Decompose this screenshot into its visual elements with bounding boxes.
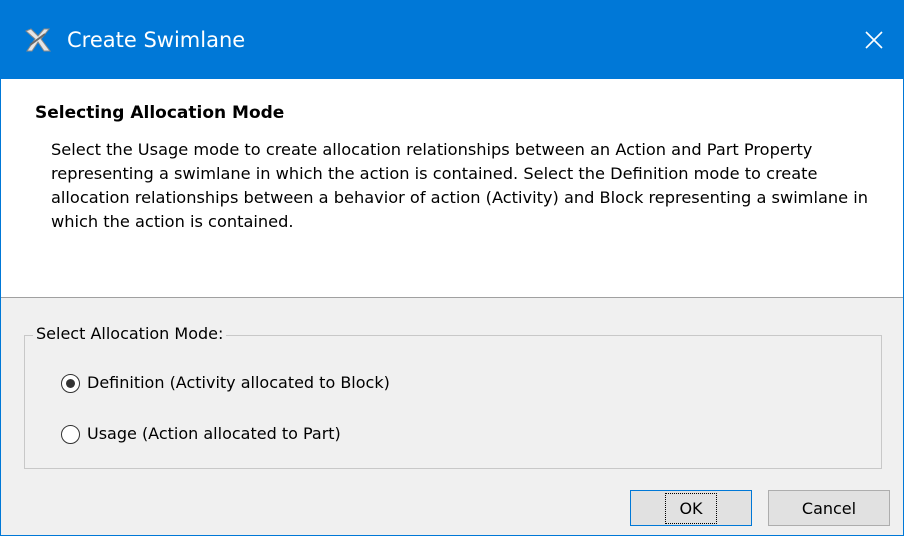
ok-button-label: OK xyxy=(665,492,717,524)
radio-definition-label: Definition (Activity allocated to Block) xyxy=(87,373,390,392)
radio-button-checked[interactable] xyxy=(61,373,80,393)
radio-usage[interactable]: Usage (Action allocated to Part) xyxy=(61,422,341,446)
close-icon xyxy=(865,31,883,49)
cancel-button-label: Cancel xyxy=(801,498,857,518)
radio-button-unchecked[interactable] xyxy=(61,424,80,444)
panel-title: Selecting Allocation Mode xyxy=(35,103,285,123)
radio-definition[interactable]: Definition (Activity allocated to Block) xyxy=(61,371,390,395)
app-logo-icon xyxy=(25,28,51,52)
allocation-mode-group xyxy=(24,335,882,469)
description-panel: Selecting Allocation Mode Select the Usa… xyxy=(1,79,903,298)
close-button[interactable] xyxy=(845,1,903,79)
radio-usage-label: Usage (Action allocated to Part) xyxy=(87,424,341,443)
window-title: Create Swimlane xyxy=(67,28,246,52)
create-swimlane-dialog: Create Swimlane Selecting Allocation Mod… xyxy=(0,0,904,536)
ok-button[interactable]: OK xyxy=(630,490,752,526)
cancel-button[interactable]: Cancel xyxy=(768,490,890,526)
allocation-mode-legend: Select Allocation Mode: xyxy=(33,321,227,347)
title-bar[interactable]: Create Swimlane xyxy=(1,1,903,79)
panel-description: Select the Usage mode to create allocati… xyxy=(51,140,868,231)
